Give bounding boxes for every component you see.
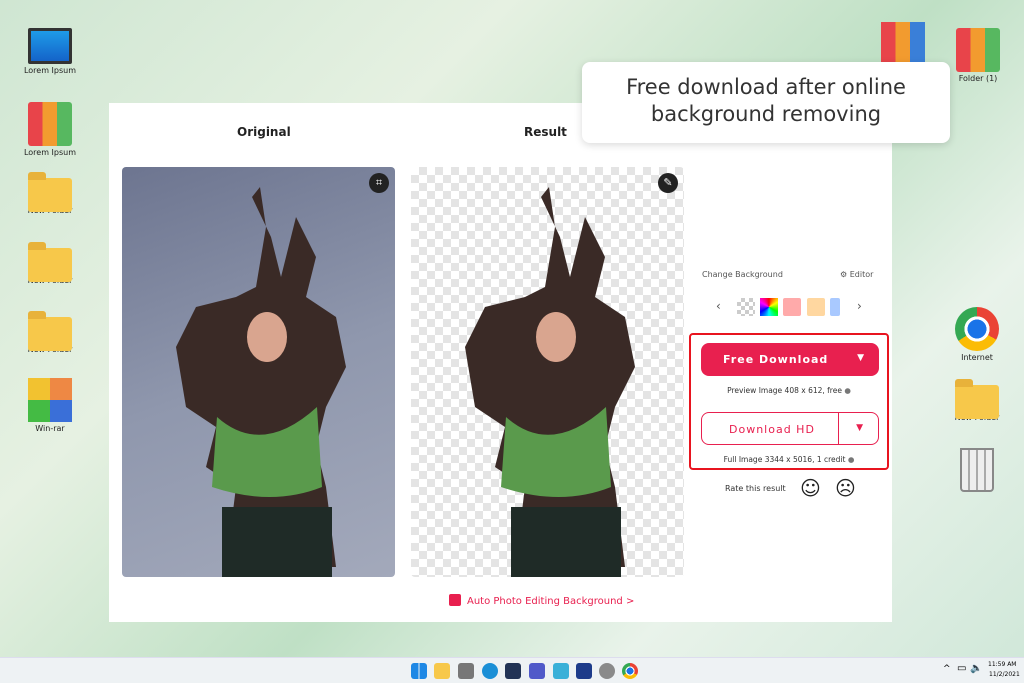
dropdown-arrow-icon[interactable]: ▼ [856,423,864,433]
binders-icon [28,102,72,146]
folder-icon [955,379,999,419]
teams-icon[interactable] [529,663,545,679]
editor-icon: ⚙ [840,270,850,279]
swatch-blue[interactable] [830,298,840,316]
rate-label: Rate this result [725,484,786,493]
app-logo-icon [449,594,461,606]
eraser-icon[interactable]: ✎ [658,173,678,193]
folder-icon [28,311,72,351]
binders-icon [956,28,1000,72]
trash-icon [960,448,994,492]
store-icon[interactable] [505,663,521,679]
preview-note: Preview Image 408 x 612, free ● [727,386,851,395]
original-image: ⌗ [122,167,395,577]
file-explorer-icon[interactable] [434,663,450,679]
desktop-icon-internet[interactable]: Internet [942,307,1012,362]
recycle-bin[interactable] [942,448,1012,494]
chrome-icon [955,307,999,351]
swatch-pink[interactable] [783,298,801,316]
prev-arrow-icon[interactable]: ‹ [716,299,721,313]
chrome-icon[interactable] [622,663,638,679]
next-arrow-icon[interactable]: › [857,299,862,313]
frown-icon[interactable]: ☹ [835,476,856,500]
start-icon[interactable] [411,663,427,679]
change-background-label: Change Background [702,270,783,279]
swatch-peach[interactable] [807,298,825,316]
desktop-icon-binders[interactable]: Lorem Ipsum [15,102,85,157]
folder-icon [28,242,72,282]
promo-tooltip: Free download after online background re… [582,62,950,143]
desktop-icon-computer[interactable]: Lorem Ipsum [15,28,85,75]
network-icon[interactable]: ▭ [957,663,966,674]
download-hd-button[interactable]: Download HD ▼ [701,412,879,445]
clock-time[interactable]: 11:59 AM [988,661,1016,668]
result-image: ✎ [411,167,684,577]
desktop-icon-folder[interactable]: New Folder [15,240,85,285]
original-label: Original [237,125,291,139]
swatch-transparent[interactable] [737,298,755,316]
woman-photo [176,187,346,577]
desktop-icon-folder[interactable]: New Folder [942,377,1012,422]
woman-cutout [465,187,635,577]
footer-link[interactable]: Auto Photo Editing Background > [449,594,634,607]
info-icon[interactable]: ● [844,386,851,395]
clock-date[interactable]: 11/2/2021 [989,671,1020,678]
desktop-icon-folder[interactable]: New Folder [15,170,85,215]
winrar-icon [28,378,72,422]
desktop-icon-winrar[interactable]: Win-rar [15,378,85,433]
settings-icon[interactable] [599,663,615,679]
smile-icon[interactable]: ☺ [800,476,821,500]
free-download-button[interactable]: Free Download ▼ [701,343,879,376]
full-image-note: Full Image 3344 x 5016, 1 credit ● [723,455,855,464]
active-app-icon[interactable] [576,663,592,679]
folder-icon [28,172,72,212]
info-icon[interactable]: ● [848,455,855,464]
desktop-icon-folder[interactable]: New Folder [15,309,85,354]
tray-chevron-icon[interactable]: ^ [943,664,951,674]
binders-icon [881,22,925,66]
edge-icon[interactable] [482,663,498,679]
photos-icon[interactable] [553,663,569,679]
camera-icon[interactable] [458,663,474,679]
editor-button[interactable]: ⚙ Editor [840,270,873,279]
volume-icon[interactable]: 🔈 [970,663,982,674]
result-label: Result [524,125,567,139]
crop-icon[interactable]: ⌗ [369,173,389,193]
desktop-icon-folder-1[interactable]: Folder (1) [943,28,1013,83]
taskbar: ^ ▭ 🔈 11:59 AM 11/2/2021 [0,657,1024,683]
computer-icon [28,28,72,64]
swatch-rainbow[interactable] [760,298,778,316]
dropdown-arrow-icon[interactable]: ▼ [857,353,865,363]
